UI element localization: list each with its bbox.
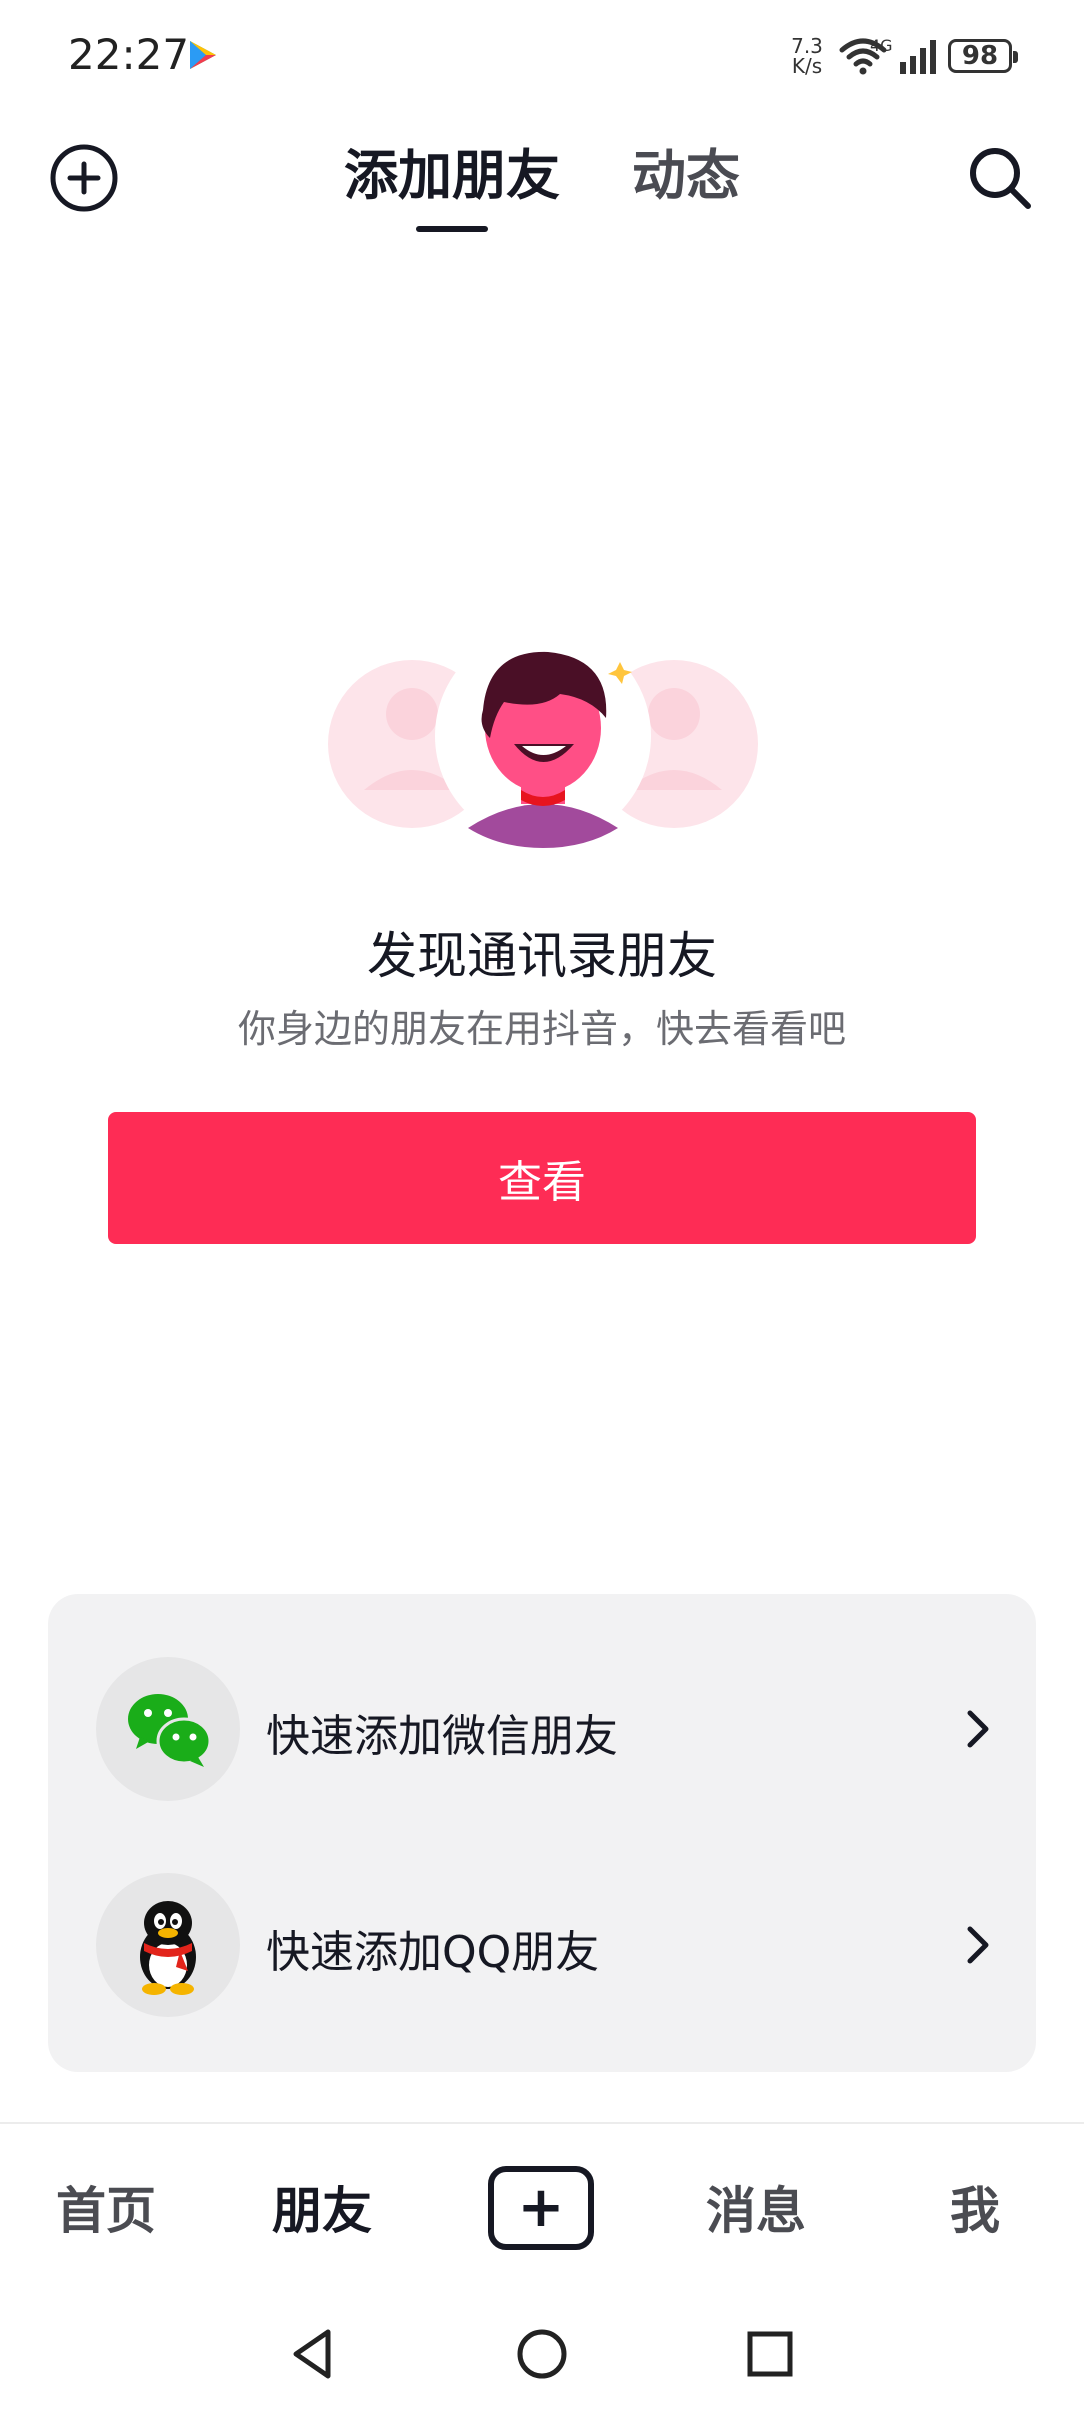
active-tab-indicator bbox=[416, 226, 488, 232]
quick-add-wechat-label: 快速添加微信朋友 bbox=[266, 1711, 618, 1762]
chevron-right-icon bbox=[967, 1710, 989, 1748]
back-icon[interactable] bbox=[282, 2322, 346, 2386]
discover-subtitle: 你身边的朋友在用抖音，快去看看吧 bbox=[237, 1007, 846, 1051]
recents-square-icon[interactable] bbox=[738, 2322, 802, 2386]
quick-add-card: 快速添加微信朋友 快速添加QQ朋友 bbox=[48, 1594, 1036, 2072]
bottom-nav-divider bbox=[0, 2122, 1084, 2124]
nav-home[interactable]: 首页 bbox=[56, 2178, 156, 2244]
nav-friends[interactable]: 朋友 bbox=[272, 2178, 372, 2244]
create-button[interactable]: + bbox=[488, 2166, 594, 2250]
signal-icon: 4G bbox=[870, 36, 936, 74]
status-icons: 7.3 K/s 4G 98 bbox=[788, 30, 1018, 82]
status-time: 22:27 bbox=[68, 30, 190, 79]
chevron-right-icon bbox=[967, 1926, 989, 1964]
wechat-icon bbox=[128, 1694, 212, 1767]
tab-feed[interactable]: 动态 bbox=[632, 140, 740, 212]
tab-add-friends[interactable]: 添加朋友 bbox=[344, 140, 560, 212]
wechat-icon-wrap bbox=[96, 1657, 240, 1801]
plus-icon: + bbox=[517, 2175, 565, 2240]
search-icon[interactable] bbox=[964, 142, 1036, 214]
nav-messages[interactable]: 消息 bbox=[706, 2178, 806, 2244]
home-circle-icon[interactable] bbox=[510, 2322, 574, 2386]
qq-icon-wrap bbox=[96, 1873, 240, 2017]
nav-me[interactable]: 我 bbox=[950, 2178, 1000, 2244]
play-store-icon bbox=[190, 41, 216, 69]
net-speed: 7.3 K/s bbox=[791, 34, 823, 78]
view-contacts-button[interactable]: 查看 bbox=[108, 1112, 976, 1244]
discover-title: 发现通讯录朋友 bbox=[367, 927, 717, 985]
qq-icon bbox=[140, 1901, 196, 1995]
battery-indicator: 98 bbox=[948, 39, 1018, 73]
quick-add-qq-label: 快速添加QQ朋友 bbox=[266, 1927, 600, 1978]
quick-add-wechat-row[interactable]: 快速添加微信朋友 bbox=[48, 1654, 1036, 1804]
quick-add-qq-row[interactable]: 快速添加QQ朋友 bbox=[48, 1870, 1036, 2020]
add-circle-icon[interactable] bbox=[48, 142, 120, 214]
signal-label: 4G bbox=[870, 36, 893, 55]
contacts-illustration bbox=[328, 640, 758, 848]
